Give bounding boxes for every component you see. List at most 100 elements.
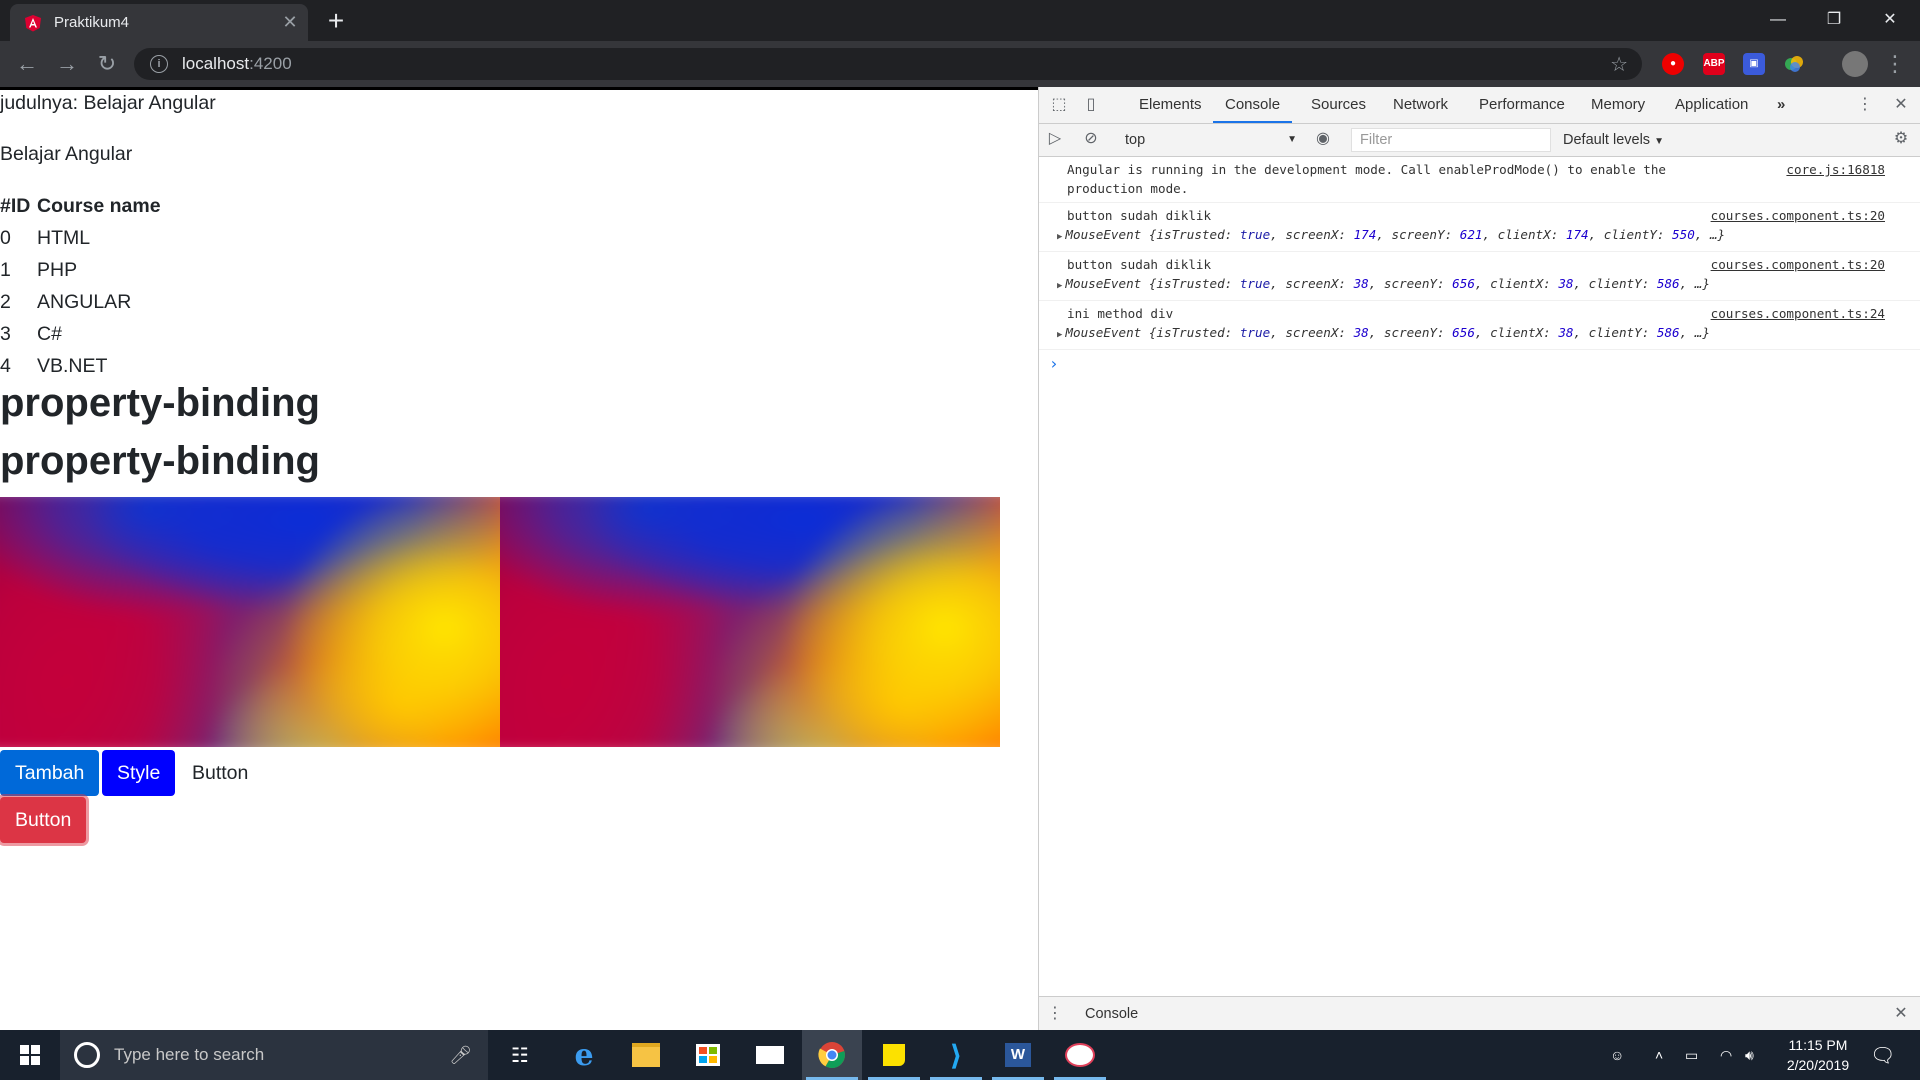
expand-triangle-icon[interactable]: ▶ (1057, 281, 1062, 291)
forward-icon[interactable]: → (52, 49, 82, 79)
edge-icon[interactable]: e (554, 1030, 614, 1080)
window-extension-icon[interactable]: ▣ (1743, 53, 1765, 75)
chevron-down-icon: ▼ (1654, 136, 1664, 147)
mouse-event-object[interactable]: ▶ MouseEvent {isTrusted: true, screenX: 3… (1057, 323, 1885, 345)
window-close-icon[interactable]: ✕ (1862, 0, 1918, 41)
angular-favicon-icon (24, 14, 42, 32)
expand-triangle-icon[interactable]: ▶ (1057, 330, 1062, 340)
clock-time: 11:15 PM (1788, 1037, 1848, 1053)
devtools-tabbar: ⬚ ▯ Elements Console Sources Network Per… (1039, 87, 1920, 124)
shield-extension-icon[interactable]: ● (1662, 53, 1684, 75)
console-settings-gear-icon[interactable]: ⚙ (1891, 129, 1911, 149)
drawer-close-icon[interactable]: ✕ (1891, 1004, 1911, 1024)
windows-start-icon[interactable] (0, 1030, 60, 1080)
abp-extension-icon[interactable]: ABP (1703, 53, 1725, 75)
new-tab-button[interactable]: + (320, 6, 352, 38)
clock-date: 2/20/2019 (1786, 1057, 1850, 1073)
taskbar-search-box[interactable]: Type here to search 🎤︎ (60, 1030, 488, 1080)
console-message: courses.component.ts:20 button sudah dik… (1039, 252, 1920, 301)
console-prompt[interactable]: › (1039, 350, 1920, 373)
people-icon[interactable]: ☺ (1610, 1030, 1624, 1080)
column-header-course: Course name (37, 194, 161, 217)
expand-triangle-icon[interactable]: ▶ (1057, 232, 1062, 242)
sidebar-toggle-icon[interactable]: ▷ (1045, 129, 1065, 149)
message-source-link[interactable]: courses.component.ts:24 (1711, 304, 1885, 323)
devtools-panel: ⬚ ▯ Elements Console Sources Network Per… (1038, 87, 1920, 1031)
column-header-id: #ID (0, 194, 31, 217)
log-levels-label: Default levels (1563, 132, 1651, 148)
battery-icon[interactable]: ▭ (1685, 1030, 1698, 1080)
tab-application[interactable]: Application (1675, 87, 1748, 123)
volume-icon[interactable]: 🔊︎ (1745, 1030, 1754, 1080)
browser-tab[interactable]: Praktikum4 ✕ (10, 4, 308, 41)
vscode-icon[interactable]: ⟩ (926, 1030, 986, 1080)
live-expression-eye-icon[interactable]: ◉ (1313, 129, 1333, 149)
browser-tabstrip: Praktikum4 ✕ + — ❐ ✕ (0, 0, 1920, 41)
message-text: production mode. (1067, 181, 1189, 196)
reload-icon[interactable]: ↻ (92, 49, 122, 79)
paint-icon[interactable] (1050, 1030, 1110, 1080)
tab-memory[interactable]: Memory (1591, 87, 1645, 123)
restore-icon[interactable]: ❐ (1806, 0, 1862, 41)
course-id: 0 (0, 226, 11, 249)
drawer-menu-icon[interactable]: ⋮ (1045, 1004, 1065, 1024)
back-icon[interactable]: ← (12, 49, 42, 79)
wifi-icon[interactable]: ◠ (1720, 1030, 1732, 1080)
chevron-down-icon: ▼ (1287, 134, 1297, 145)
courses-table: #ID Course name 0 HTML 1 PHP 2 ANGULAR 3… (0, 190, 161, 382)
site-info-icon[interactable]: i (150, 55, 168, 73)
message-source-link[interactable]: courses.component.ts:20 (1711, 206, 1885, 225)
tab-close-icon[interactable]: ✕ (278, 12, 302, 33)
task-view-icon[interactable]: ☷ (490, 1030, 550, 1080)
table-row: 0 HTML (0, 222, 161, 254)
bookmark-star-icon[interactable]: ☆ (1610, 52, 1628, 77)
tab-sources[interactable]: Sources (1311, 87, 1366, 123)
page-content: judulnya: Belajar Angular Belajar Angula… (0, 90, 1038, 1030)
word-icon[interactable]: W (988, 1030, 1048, 1080)
message-source-link[interactable]: core.js:16818 (1786, 160, 1885, 179)
filter-input[interactable]: Filter (1351, 128, 1551, 152)
action-center-icon[interactable]: 🗨︎ (1870, 1030, 1895, 1080)
store-icon[interactable] (678, 1030, 738, 1080)
inspect-element-icon[interactable]: ⬚ (1049, 95, 1069, 115)
mouse-event-object[interactable]: ▶ MouseEvent {isTrusted: true, screenX: 3… (1057, 274, 1885, 296)
style-button[interactable]: Style (102, 750, 176, 796)
message-source-link[interactable]: courses.component.ts:20 (1711, 255, 1885, 274)
devtools-close-icon[interactable]: ✕ (1891, 95, 1911, 115)
tab-elements[interactable]: Elements (1139, 87, 1202, 123)
tab-network[interactable]: Network (1393, 87, 1448, 123)
tambah-button[interactable]: Tambah (0, 750, 100, 796)
course-id: 4 (0, 354, 11, 377)
course-id: 1 (0, 258, 11, 281)
context-select[interactable]: top ▼ (1125, 128, 1297, 152)
tab-performance[interactable]: Performance (1479, 87, 1565, 123)
devtools-menu-icon[interactable]: ⋮ (1855, 95, 1875, 115)
profile-avatar[interactable] (1842, 51, 1868, 77)
clear-console-icon[interactable]: ⊘ (1081, 129, 1101, 149)
plain-button[interactable]: Button (177, 750, 263, 796)
microphone-icon[interactable]: 🎤︎ (449, 1045, 472, 1066)
chrome-menu-icon[interactable]: ⋮ (1880, 49, 1910, 79)
address-bar[interactable]: i localhost:4200 ☆ (134, 48, 1642, 80)
colorful-extension-icon[interactable] (1783, 53, 1805, 75)
sticky-notes-icon[interactable] (864, 1030, 924, 1080)
course-name: C# (37, 322, 62, 345)
tray-overflow-chevron-icon[interactable]: ˄ (1655, 1030, 1663, 1080)
mail-icon[interactable] (740, 1030, 800, 1080)
more-tabs-icon[interactable]: » (1777, 87, 1785, 123)
danger-button[interactable]: Button (0, 797, 87, 843)
mouse-event-object[interactable]: ▶ MouseEvent {isTrusted: true, screenX: 1… (1057, 225, 1885, 247)
course-id: 3 (0, 322, 11, 345)
taskbar-clock[interactable]: 11:15 PM 2/20/2019 (1768, 1035, 1868, 1075)
course-name: VB.NET (37, 354, 108, 377)
log-levels-select[interactable]: Default levels ▼ (1563, 128, 1664, 154)
minimize-icon[interactable]: — (1750, 0, 1806, 41)
drawer-title[interactable]: Console (1085, 997, 1138, 1031)
message-text: Angular is running in the development mo… (1067, 162, 1666, 177)
table-header-row: #ID Course name (0, 190, 161, 222)
tab-console[interactable]: Console (1213, 87, 1293, 123)
console-message: courses.component.ts:20 button sudah dik… (1039, 203, 1920, 252)
device-toolbar-icon[interactable]: ▯ (1081, 95, 1101, 115)
chrome-icon[interactable] (802, 1030, 862, 1080)
file-explorer-icon[interactable] (616, 1030, 676, 1080)
